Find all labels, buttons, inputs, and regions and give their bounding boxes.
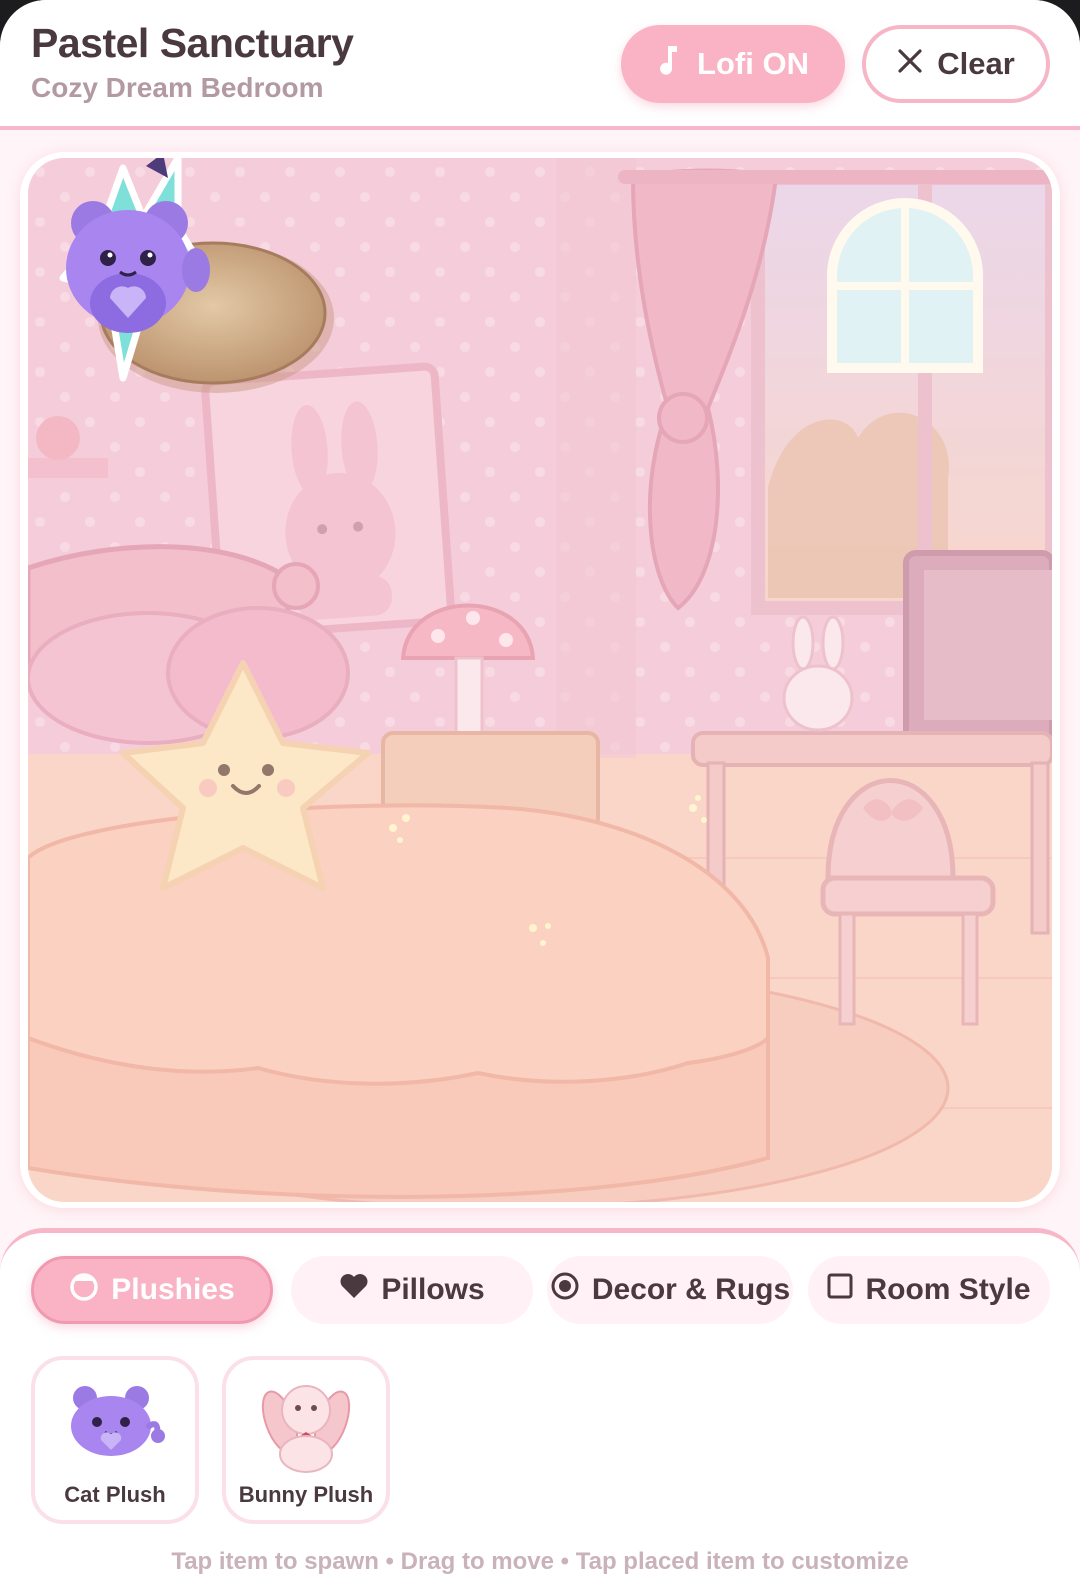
page-title: Pastel Sanctuary [31,20,354,66]
cat-plush-icon [59,1374,171,1474]
page-subtitle: Cozy Dream Bedroom [31,72,324,103]
tab-room-style[interactable]: Room Style [808,1256,1050,1324]
item-card-bunny-plush[interactable]: Bunny Plush [222,1356,390,1524]
clear-button[interactable]: Clear [862,25,1050,103]
square-icon [827,1273,853,1307]
app-screen: Pastel Sanctuary Cozy Dream Bedroom Lofi… [0,0,1080,1590]
usage-hint: Tap item to spawn • Drag to move • Tap p… [171,1548,909,1575]
tab-pillows[interactable]: Pillows [291,1256,533,1324]
room-canvas[interactable] [28,158,1052,1202]
bunny-plush-icon [250,1374,362,1474]
tab-room-style-label: Room Style [865,1273,1031,1306]
tab-pillows-label: Pillows [381,1273,485,1306]
radio-dot-icon [550,1271,580,1309]
item-card-label: Cat Plush [64,1482,166,1507]
clear-button-label: Clear [937,46,1015,81]
close-icon [897,46,923,82]
music-note-icon [657,43,683,85]
lofi-toggle-button[interactable]: Lofi ON [621,25,845,103]
item-card-cat-plush[interactable]: Cat Plush [31,1356,199,1524]
lofi-button-label: Lofi ON [697,46,809,81]
header-bar: Pastel Sanctuary Cozy Dream Bedroom Lofi… [0,0,1080,130]
tab-plushies[interactable]: Plushies [31,1256,273,1324]
heart-icon [339,1272,369,1308]
tab-plushies-label: Plushies [111,1273,235,1306]
tab-decor-rugs[interactable]: Decor & Rugs [547,1256,793,1324]
plush-icon [69,1271,99,1309]
tab-decor-rugs-label: Decor & Rugs [591,1273,791,1306]
item-card-label: Bunny Plush [238,1482,374,1507]
